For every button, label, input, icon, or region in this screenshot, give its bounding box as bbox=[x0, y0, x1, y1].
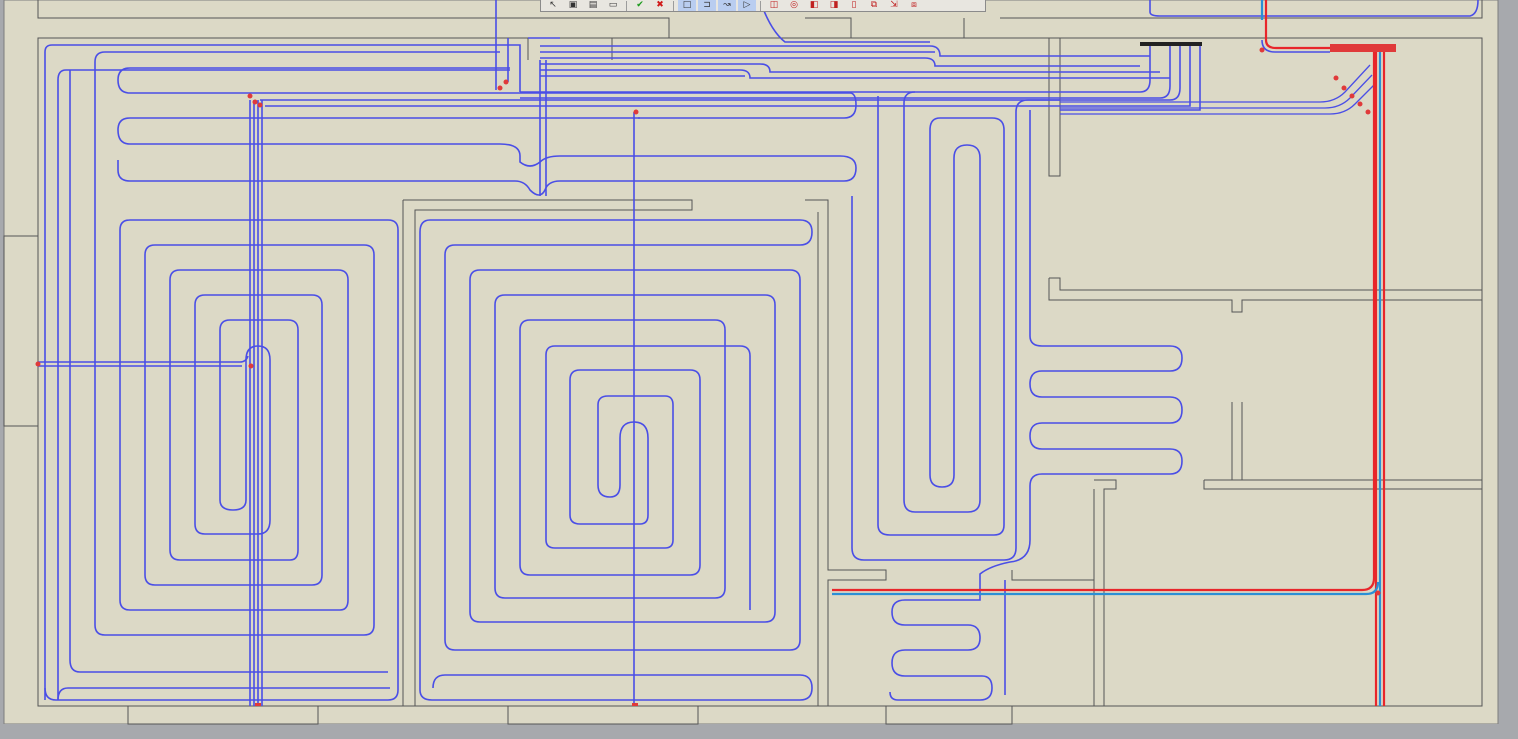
drawing-toolbar: ↖ ▣ ▤ ▭ ✔ ✖ □ ⊐ ↝ ▷ ◫ ◎ ◧ ◨ ▯ ⧉ ⇲ ⧈ bbox=[540, 0, 986, 12]
ruler-icon[interactable]: ▭ bbox=[604, 0, 622, 11]
manifold-connectors bbox=[1140, 42, 1202, 46]
page-icon[interactable]: ▯ bbox=[845, 0, 863, 11]
circuit-add-icon[interactable]: ◫ bbox=[765, 0, 783, 11]
manifold-icon[interactable]: ⧈ bbox=[905, 0, 923, 11]
select-rect-icon[interactable]: □ bbox=[678, 0, 696, 11]
clipboard-icon[interactable]: ▤ bbox=[584, 0, 602, 11]
layer-icon[interactable]: ◧ bbox=[805, 0, 823, 11]
circuit-spiral-icon[interactable]: ◎ bbox=[785, 0, 803, 11]
heating-plan-canvas[interactable] bbox=[0, 0, 1518, 739]
confirm-icon[interactable]: ✔ bbox=[631, 0, 649, 11]
route-icon[interactable]: ↝ bbox=[718, 0, 736, 11]
cancel-icon[interactable]: ✖ bbox=[651, 0, 669, 11]
polyline-icon[interactable]: ⊐ bbox=[698, 0, 716, 11]
toolbar-separator bbox=[626, 0, 627, 11]
toolbar-separator bbox=[760, 0, 761, 11]
pointer-icon[interactable]: ↖ bbox=[544, 0, 562, 11]
floppy-icon[interactable]: ▣ bbox=[564, 0, 582, 11]
lower-strip bbox=[0, 724, 1518, 739]
copy-icon[interactable]: ⧉ bbox=[865, 0, 883, 11]
layer-alt-icon[interactable]: ◨ bbox=[825, 0, 843, 11]
toolbar-separator bbox=[673, 0, 674, 11]
triangle-icon[interactable]: ▷ bbox=[738, 0, 756, 11]
export-icon[interactable]: ⇲ bbox=[885, 0, 903, 11]
